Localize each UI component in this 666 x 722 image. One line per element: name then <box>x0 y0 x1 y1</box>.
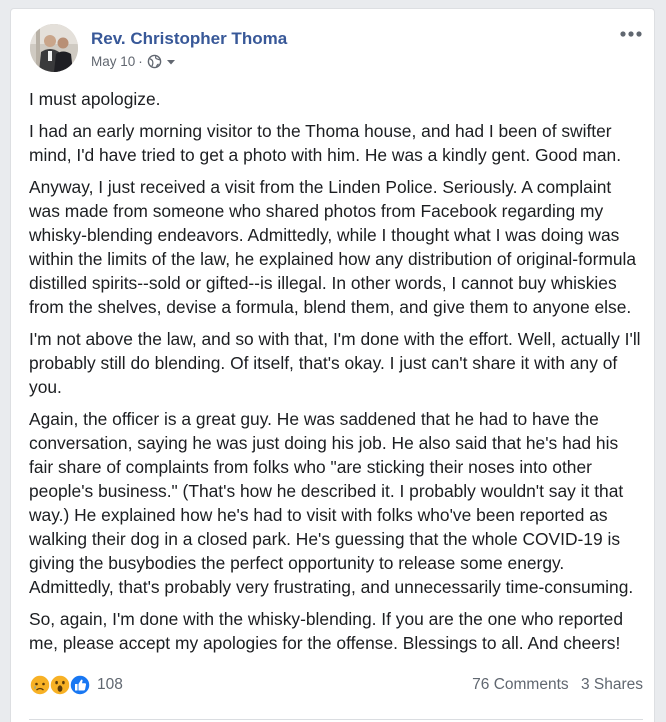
post-paragraph: Anyway, I just received a visit from the… <box>29 177 637 317</box>
post-body: I must apologize. I had an early morning… <box>29 87 644 663</box>
post-paragraph: So, again, I'm done with the whisky-blen… <box>29 609 623 653</box>
meta-separator: · <box>138 54 143 69</box>
post-paragraph: Again, the officer is a great guy. He wa… <box>29 409 634 597</box>
comments-count-link[interactable]: 76 Comments <box>472 676 568 693</box>
globe-icon[interactable] <box>147 54 162 69</box>
post-paragraph: I'm not above the law, and so with that,… <box>29 329 641 397</box>
reaction-count: 108 <box>97 676 123 693</box>
reactions-summary[interactable]: 108 <box>29 674 123 696</box>
post-paragraph: I had an early morning visitor to the Th… <box>29 121 622 165</box>
post-paragraph: I must apologize. <box>29 89 161 109</box>
wow-reaction-icon <box>49 674 71 696</box>
sad-reaction-icon <box>29 674 51 696</box>
author-name-link[interactable]: Rev. Christopher Thoma <box>91 29 287 49</box>
avatar[interactable] <box>30 24 78 72</box>
post-date-link[interactable]: May 10 <box>91 54 135 69</box>
avatar-photo-icon <box>30 24 78 72</box>
post-footer: 108 76 Comments 3 Shares <box>29 670 643 700</box>
audience-dropdown-icon[interactable] <box>164 54 178 69</box>
like-reaction-icon <box>69 674 91 696</box>
more-options-icon[interactable] <box>618 27 644 41</box>
shares-count-link[interactable]: 3 Shares <box>581 676 643 693</box>
engagement-stats: 76 Comments 3 Shares <box>472 676 643 694</box>
post-card: Rev. Christopher Thoma May 10 · I must a… <box>10 8 655 722</box>
post-meta: May 10 · <box>91 54 178 69</box>
footer-divider <box>29 719 643 720</box>
